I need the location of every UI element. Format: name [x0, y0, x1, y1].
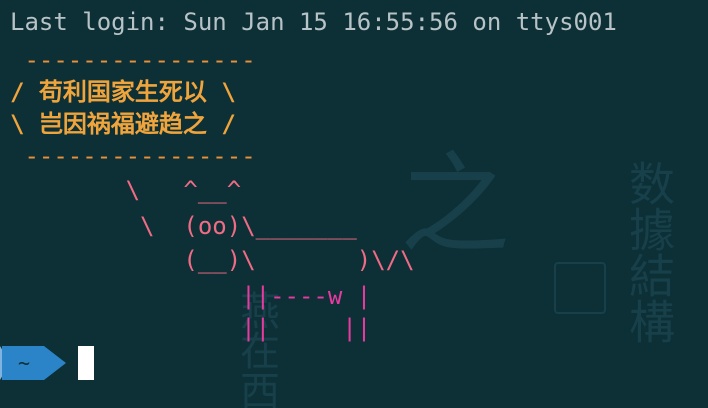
- cow-line-5: || ||: [10, 314, 372, 342]
- bubble-border-bottom: ----------------: [10, 142, 256, 170]
- text-cursor[interactable]: [78, 346, 95, 380]
- last-login-line: Last login: Sun Jan 15 16:55:56 on ttys0…: [10, 8, 617, 36]
- cow-line-3: (__)\ )\/\: [10, 246, 415, 274]
- shell-prompt: ~: [0, 346, 95, 380]
- bubble-line-2: \ 岂因祸福避趋之 /: [10, 110, 236, 138]
- bubble-border-top: ----------------: [10, 46, 256, 74]
- cow-line-1: \ ^__^: [10, 176, 242, 204]
- watermark-center-glyph: 之: [400, 141, 510, 269]
- cow-line-2: \ (oo)\_______: [10, 212, 357, 240]
- watermark-seal-icon: [554, 262, 606, 314]
- prompt-directory: ~: [2, 346, 45, 380]
- watermark-right-column: 数據結構: [622, 160, 676, 344]
- bubble-line-1: / 苟利国家生死以 \: [10, 78, 236, 106]
- terminal-window[interactable]: 数據結構 燕在西 之 Last login: Sun Jan 15 16:55:…: [0, 0, 708, 408]
- cow-line-4: ||----w |: [10, 282, 372, 310]
- prompt-arrow-icon: [44, 346, 67, 380]
